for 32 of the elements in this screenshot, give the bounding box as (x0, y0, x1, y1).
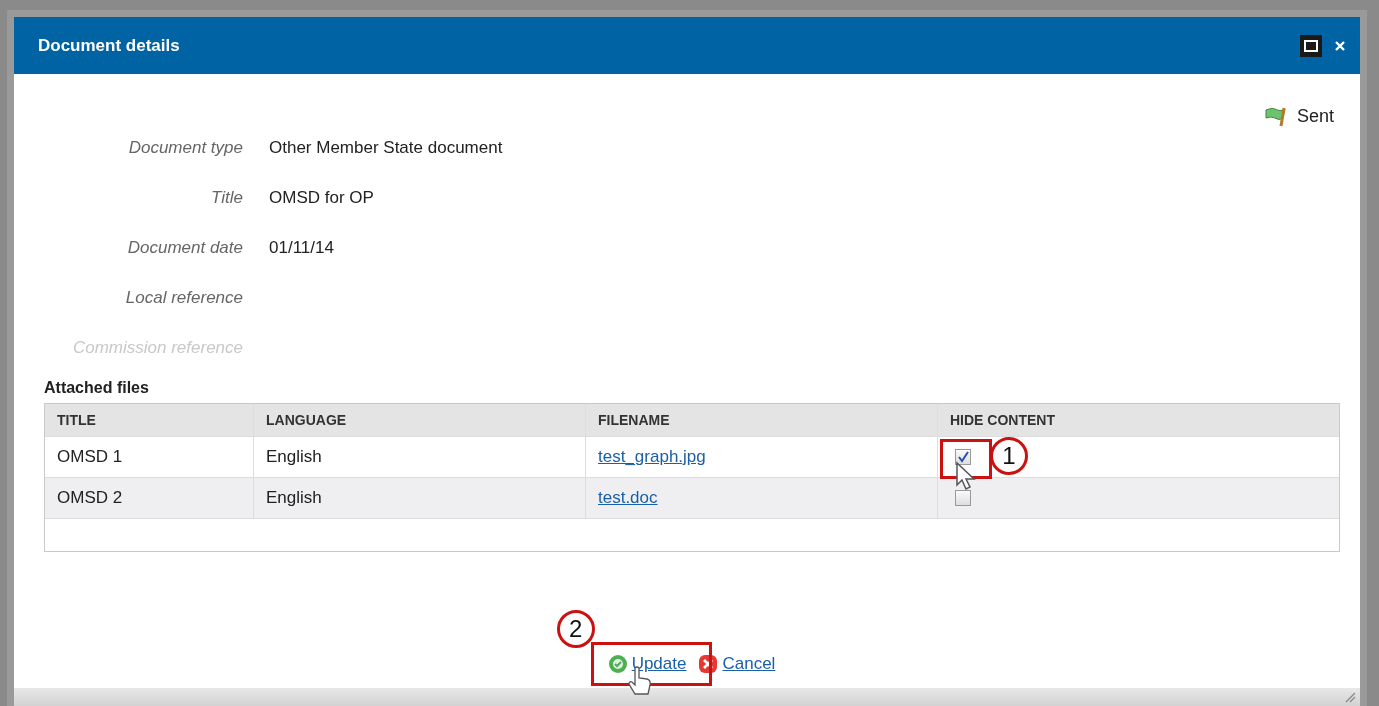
field-label: Local reference (124, 288, 243, 308)
cancel-button[interactable]: Cancel (698, 654, 776, 674)
column-header: LANGUAGE (254, 404, 586, 436)
field-label: Document date (126, 238, 243, 258)
field-label: Document type (127, 138, 243, 158)
field-value: OMSD for OP (269, 188, 374, 208)
checkbox[interactable] (955, 449, 971, 465)
checkbox[interactable] (955, 490, 971, 506)
check-circle-icon (607, 654, 628, 674)
section-heading: Attached files (44, 379, 150, 397)
dialog-title: Document details (38, 35, 180, 56)
close-icon[interactable] (1334, 39, 1346, 52)
table-cell: English (254, 478, 586, 518)
resize-grip-icon[interactable] (1344, 691, 1356, 703)
maximize-icon[interactable] (1300, 34, 1322, 57)
table-cell: OMSD 2 (45, 478, 254, 518)
step-callout: 1 (990, 437, 1028, 475)
step-callout: 2 (556, 610, 595, 648)
status-text: Sent (1296, 105, 1334, 127)
field-value: 01/11/14 (269, 238, 334, 258)
pointer-cursor-icon (955, 461, 977, 491)
table-cell: OMSD 1 (45, 437, 254, 477)
column-header: TITLE (45, 404, 254, 436)
file-link[interactable]: test.doc (598, 488, 658, 508)
file-link[interactable]: test_graph.jpg (598, 447, 706, 467)
flag-icon (1262, 105, 1289, 127)
column-header: FILENAME (586, 404, 938, 436)
column-header: HIDE CONTENT (949, 411, 1056, 430)
field-value: Other Member State document (269, 138, 503, 158)
field-label: Title (210, 188, 243, 208)
table-cell: English (254, 437, 586, 477)
update-button[interactable]: Update (607, 654, 687, 674)
